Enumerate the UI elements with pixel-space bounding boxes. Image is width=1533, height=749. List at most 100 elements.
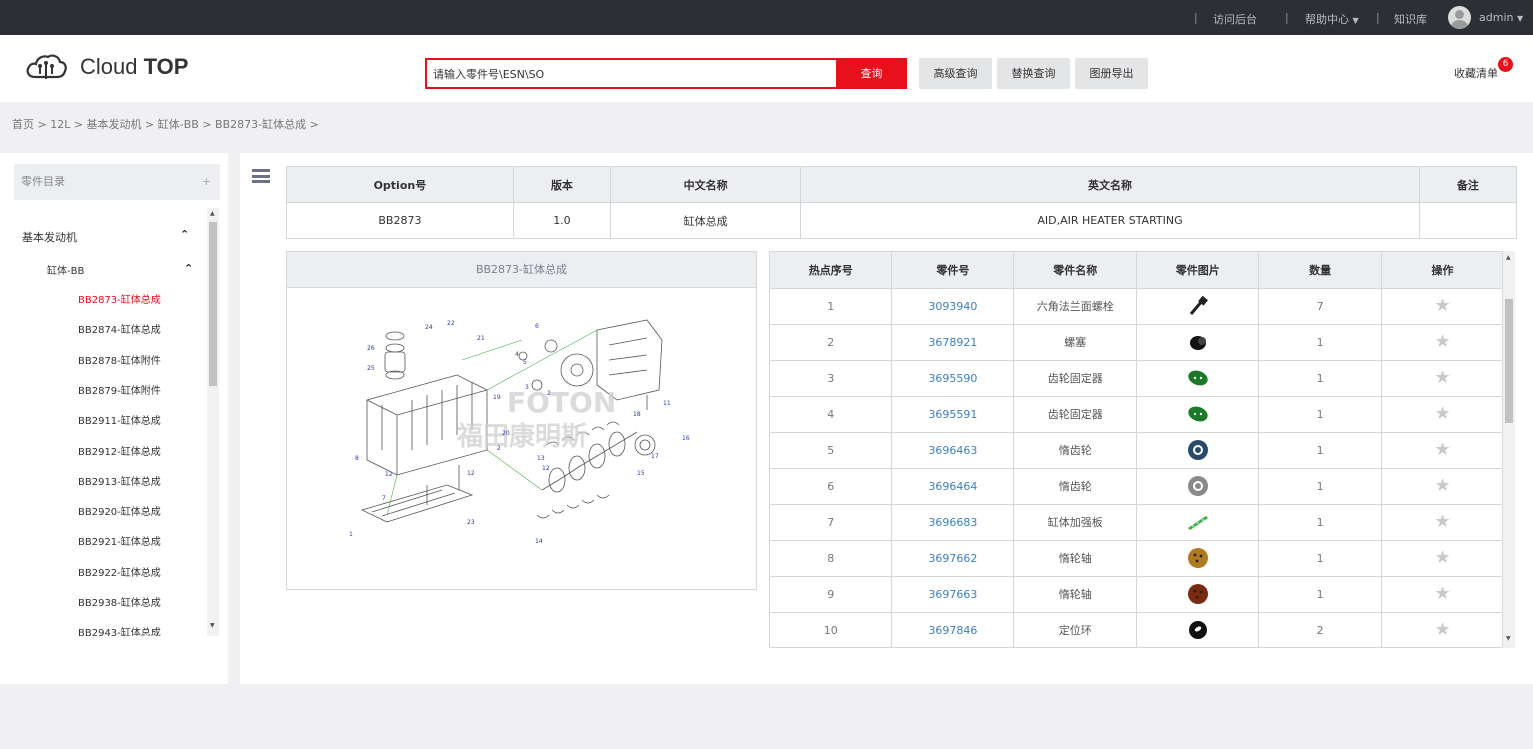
- part-number-link[interactable]: 3697846: [891, 612, 1015, 647]
- part-image-header: 零件图片: [1136, 252, 1260, 289]
- logo[interactable]: Cloud TOP: [24, 52, 188, 82]
- scroll-down-arrow-icon[interactable]: ▼: [1506, 635, 1511, 642]
- gear-retainer-icon[interactable]: [1186, 366, 1210, 390]
- shaft-icon[interactable]: [1186, 546, 1210, 570]
- part-number-link[interactable]: 3696464: [891, 468, 1015, 505]
- user-menu[interactable]: admin ▼: [1479, 11, 1523, 24]
- tree-leaf-item[interactable]: BB2912-缸体总成: [78, 443, 161, 458]
- part-image-cell[interactable]: [1136, 612, 1260, 647]
- favorites-link[interactable]: 收藏清单: [1454, 65, 1498, 81]
- part-number-link[interactable]: 3695590: [891, 360, 1015, 397]
- part-number-link[interactable]: 3697663: [891, 576, 1015, 613]
- advanced-search-button[interactable]: 高级查询: [919, 58, 992, 89]
- scroll-down-arrow-icon[interactable]: ▼: [210, 622, 215, 629]
- favorite-star-icon[interactable]: ★: [1434, 439, 1450, 460]
- part-name-cell: 定位环: [1013, 612, 1138, 647]
- quantity-cell: 1: [1258, 432, 1383, 469]
- bolt-icon[interactable]: [1186, 294, 1210, 318]
- tree-leaf-item[interactable]: BB2920-缸体总成: [78, 503, 161, 518]
- part-number-link[interactable]: 3696463: [891, 432, 1015, 469]
- logo-text-cloud: Cloud: [80, 54, 144, 79]
- ring-icon[interactable]: [1186, 618, 1210, 642]
- tree-leaf-item[interactable]: BB2873-缸体总成: [78, 291, 161, 306]
- tree-leaf-item[interactable]: BB2921-缸体总成: [78, 533, 161, 548]
- menu-icon[interactable]: [252, 169, 270, 183]
- tree-node-basic-engine[interactable]: 基本发动机: [22, 229, 77, 245]
- parts-table-scrollbar[interactable]: ▲ ▼: [1503, 251, 1515, 648]
- part-image-cell[interactable]: [1136, 576, 1260, 613]
- replacement-search-button[interactable]: 替换查询: [997, 58, 1070, 89]
- idler-gear-icon[interactable]: [1186, 438, 1210, 462]
- favorite-star-icon[interactable]: ★: [1434, 511, 1450, 532]
- parts-table-container[interactable]: 热点序号 零件号 零件名称 零件图片 数量 操作 1 3093940 六角法兰面螺栓…: [769, 251, 1503, 648]
- favorite-star-icon[interactable]: ★: [1434, 547, 1450, 568]
- part-image-cell[interactable]: [1136, 396, 1260, 433]
- svg-text:24: 24: [425, 324, 433, 331]
- favorite-star-icon[interactable]: ★: [1434, 331, 1450, 352]
- svg-text:2: 2: [547, 390, 551, 397]
- plate-icon[interactable]: [1186, 510, 1210, 534]
- part-number-link[interactable]: 3697662: [891, 540, 1015, 577]
- parts-catalog-title: 零件目录: [21, 175, 65, 188]
- favorite-star-icon[interactable]: ★: [1434, 295, 1450, 316]
- scroll-up-arrow-icon[interactable]: ▲: [1506, 254, 1511, 261]
- svg-text:7: 7: [382, 495, 386, 502]
- part-image-cell[interactable]: [1136, 432, 1260, 469]
- scrollbar-thumb[interactable]: [1505, 299, 1513, 423]
- tree-leaf-item[interactable]: BB2913-缸体总成: [78, 473, 161, 488]
- favorite-star-icon[interactable]: ★: [1434, 367, 1450, 388]
- chevron-up-icon[interactable]: ⌃: [184, 262, 193, 275]
- svg-text:12: 12: [385, 471, 393, 478]
- favorite-star-icon[interactable]: ★: [1434, 619, 1450, 640]
- tree-leaf-item[interactable]: BB2879-缸体附件: [78, 382, 161, 397]
- tree-leaf-item[interactable]: BB2943-缸体总成: [78, 624, 161, 636]
- part-image-cell[interactable]: [1136, 324, 1260, 361]
- chevron-up-icon[interactable]: ⌃: [180, 228, 189, 241]
- scroll-up-arrow-icon[interactable]: ▲: [210, 210, 215, 217]
- parts-catalog-header[interactable]: 零件目录 +: [14, 164, 220, 200]
- exploded-view-diagram[interactable]: FOTON 福田康明斯 242221 262519 645 3218 11161…: [347, 300, 697, 545]
- english-name-cell: AID,AIR HEATER STARTING: [800, 202, 1420, 239]
- option-table: Option号 版本 中文名称 英文名称 备注 BB2873 1.0 缸体总成 …: [286, 166, 1518, 239]
- part-image-cell[interactable]: [1136, 540, 1260, 577]
- part-image-cell[interactable]: [1136, 504, 1260, 541]
- part-name-header: 零件名称: [1013, 252, 1138, 289]
- favorite-star-icon[interactable]: ★: [1434, 583, 1450, 604]
- favorite-star-icon[interactable]: ★: [1434, 475, 1450, 496]
- tree-leaf-item[interactable]: BB2938-缸体总成: [78, 594, 161, 609]
- quantity-cell: 1: [1258, 540, 1383, 577]
- knowledge-base-link[interactable]: 知识库: [1394, 11, 1427, 27]
- hotspot-no-cell: 2: [770, 324, 893, 361]
- gear-retainer-icon[interactable]: [1186, 402, 1210, 426]
- plus-icon[interactable]: +: [202, 164, 211, 200]
- part-image-cell[interactable]: [1136, 288, 1260, 325]
- search-button[interactable]: 查询: [836, 58, 907, 89]
- tree-leaf-item[interactable]: BB2922-缸体总成: [78, 564, 161, 579]
- plug-icon[interactable]: [1186, 330, 1210, 354]
- avatar-icon[interactable]: [1448, 6, 1471, 29]
- part-number-link[interactable]: 3093940: [891, 288, 1015, 325]
- scrollbar-thumb[interactable]: [209, 222, 217, 386]
- table-row: 4 3695591 齿轮固定器 1 ★: [770, 396, 1502, 433]
- sidebar-scrollbar[interactable]: ▲ ▼: [207, 208, 219, 636]
- part-number-link[interactable]: 3696683: [891, 504, 1015, 541]
- part-number-link[interactable]: 3695591: [891, 396, 1015, 433]
- idler-gear-icon[interactable]: [1186, 474, 1210, 498]
- svg-text:15: 15: [637, 470, 645, 477]
- tree-leaf-item[interactable]: BB2878-缸体附件: [78, 352, 161, 367]
- catalog-tree: 基本发动机 ⌃ 缸体-BB ⌃ BB2873-缸体总成 BB2874-缸体总成 BB…: [0, 208, 219, 636]
- shaft-icon[interactable]: [1186, 582, 1210, 606]
- part-image-cell[interactable]: [1136, 360, 1260, 397]
- tree-leaf-item[interactable]: BB2874-缸体总成: [78, 321, 161, 336]
- part-image-cell[interactable]: [1136, 468, 1260, 505]
- search-input[interactable]: [427, 60, 837, 87]
- quantity-cell: 1: [1258, 360, 1383, 397]
- catalog-export-button[interactable]: 图册导出: [1075, 58, 1148, 89]
- tree-node-cylinder-block[interactable]: 缸体-BB: [47, 262, 84, 277]
- favorite-star-icon[interactable]: ★: [1434, 403, 1450, 424]
- part-number-link[interactable]: 3678921: [891, 324, 1015, 361]
- tree-leaf-item[interactable]: BB2911-缸体总成: [78, 412, 161, 427]
- backend-link[interactable]: 访问后台: [1213, 11, 1257, 27]
- help-center-menu[interactable]: 帮助中心 ▼: [1305, 11, 1359, 27]
- breadcrumb[interactable]: 首页 > 12L > 基本发动机 > 缸体-BB > BB2873-缸体总成 >: [12, 116, 319, 132]
